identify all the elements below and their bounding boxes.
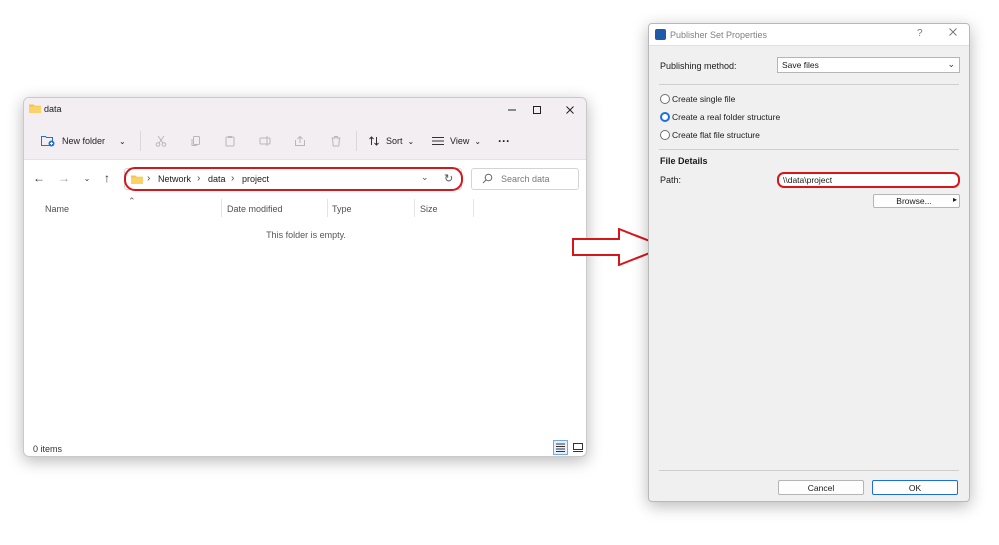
close-button[interactable] xyxy=(561,101,579,119)
dialog-close-icon[interactable] xyxy=(949,28,957,39)
ok-label: OK xyxy=(908,483,922,493)
share-icon[interactable] xyxy=(294,122,306,160)
column-divider xyxy=(414,199,415,217)
new-folder-button[interactable]: New folder ⌄ xyxy=(41,122,126,160)
path-value: \\data\project xyxy=(783,175,833,185)
recent-locations-chevron-icon[interactable]: ⌄ xyxy=(79,170,95,186)
divider xyxy=(659,149,959,150)
status-item-count: 0 items xyxy=(33,444,63,454)
command-bar: New folder ⌄ Sort ⌄ View ⌄ ··· xyxy=(24,122,586,160)
explorer-titlebar: data xyxy=(24,98,586,122)
paste-icon[interactable] xyxy=(224,122,236,160)
sort-up-indicator-icon: ⌃ xyxy=(128,196,136,206)
chevron-down-icon: ⌄ xyxy=(407,136,415,146)
chevron-down-icon: ⌄ xyxy=(119,136,126,146)
view-icon xyxy=(432,136,444,146)
minimize-button[interactable] xyxy=(503,101,521,119)
toolbar-divider xyxy=(140,131,141,151)
path-label: Path: xyxy=(660,175,682,185)
radio-label-flat-file-structure[interactable]: Create flat file structure xyxy=(672,130,760,140)
folder-icon xyxy=(29,103,41,115)
radio-create-single-file[interactable] xyxy=(660,94,670,104)
view-button[interactable]: View ⌄ xyxy=(432,122,481,160)
radio-label-single-file[interactable]: Create single file xyxy=(672,94,735,104)
address-highlight-annotation xyxy=(124,167,463,191)
sort-button[interactable]: Sort ⌄ xyxy=(368,122,414,160)
divider xyxy=(659,470,959,471)
rename-icon[interactable] xyxy=(259,122,271,160)
radio-label-real-folder-structure[interactable]: Create a real folder structure xyxy=(672,112,780,122)
copy-icon[interactable] xyxy=(190,122,202,160)
column-header-size[interactable]: Size xyxy=(420,204,438,214)
radio-create-real-folder-structure[interactable] xyxy=(660,112,670,122)
file-explorer-window: data New folder ⌄ Sort ⌄ View ⌄ ··· ← → … xyxy=(23,97,587,457)
back-arrow-icon[interactable]: ← xyxy=(31,170,47,186)
more-options-button[interactable]: ··· xyxy=(498,122,510,160)
radio-create-flat-file-structure[interactable] xyxy=(660,130,670,140)
dialog-title: Publisher Set Properties xyxy=(670,30,768,40)
help-button[interactable]: ? xyxy=(917,28,923,39)
publishing-method-value: Save files xyxy=(782,60,819,70)
new-folder-icon xyxy=(41,135,55,147)
window-title: data xyxy=(44,104,62,114)
search-input[interactable]: Search data xyxy=(471,168,579,190)
up-arrow-icon[interactable]: ↑ xyxy=(99,170,115,186)
chevron-down-icon: ⌄ xyxy=(947,59,955,69)
empty-folder-message: This folder is empty. xyxy=(266,230,346,240)
column-header-name[interactable]: Name xyxy=(45,204,69,214)
search-icon xyxy=(482,173,493,186)
publishing-method-select[interactable]: Save files ⌄ xyxy=(777,57,960,73)
column-header-type[interactable]: Type xyxy=(332,204,352,214)
column-divider xyxy=(473,199,474,217)
address-row: ← → ⌄ ↑ › Network › data › project ⌄ ↻ S… xyxy=(24,160,586,196)
file-details-heading: File Details xyxy=(660,156,708,166)
path-input[interactable]: \\data\project xyxy=(777,172,960,188)
divider xyxy=(659,84,959,85)
app-logo-icon xyxy=(655,29,666,40)
cut-icon[interactable] xyxy=(155,122,167,160)
caret-right-icon: ▸ xyxy=(952,195,957,204)
column-header-date-modified[interactable]: Date modified xyxy=(227,204,283,214)
sort-icon xyxy=(368,135,380,147)
dialog-titlebar: Publisher Set Properties ? xyxy=(649,24,969,46)
browse-label: Browse... xyxy=(896,196,932,206)
cancel-label: Cancel xyxy=(807,483,835,493)
view-label: View xyxy=(450,136,470,146)
column-divider xyxy=(221,199,222,217)
ok-button[interactable]: OK xyxy=(872,480,958,495)
sort-label: Sort xyxy=(386,136,403,146)
forward-arrow-icon[interactable]: → xyxy=(56,170,72,186)
publishing-method-label: Publishing method: xyxy=(660,61,737,71)
details-view-icon[interactable] xyxy=(553,440,568,455)
search-placeholder: Search data xyxy=(501,174,550,184)
large-icons-view-icon[interactable] xyxy=(570,440,585,455)
column-divider xyxy=(327,199,328,217)
cancel-button[interactable]: Cancel xyxy=(778,480,864,495)
maximize-button[interactable] xyxy=(528,101,546,119)
new-folder-label: New folder xyxy=(62,136,106,146)
toolbar-divider xyxy=(356,131,357,151)
browse-button[interactable]: Browse... ▸ xyxy=(873,194,960,208)
publisher-set-properties-dialog: Publisher Set Properties ? Publishing me… xyxy=(648,23,970,502)
delete-icon[interactable] xyxy=(330,122,342,160)
chevron-down-icon: ⌄ xyxy=(474,136,482,146)
